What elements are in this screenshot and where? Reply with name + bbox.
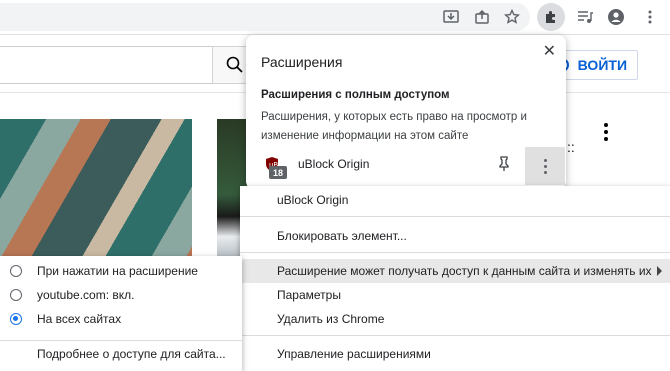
video-title-fragment: :: (567, 139, 575, 155)
section-title: Расширения с полным доступом (261, 89, 450, 101)
menu-item-block-element[interactable]: Блокировать элемент... (240, 224, 670, 248)
bookmark-star-icon[interactable] (502, 7, 522, 27)
share-icon[interactable] (472, 7, 492, 27)
extension-name: uBlock Origin (298, 157, 370, 171)
radio-button[interactable] (10, 289, 22, 301)
menu-divider (240, 252, 670, 253)
pin-icon[interactable] (497, 156, 511, 172)
site-access-submenu: При нажатии на расширение youtube.com: в… (0, 256, 242, 371)
extension-badge: 18 (269, 166, 287, 179)
media-control-icon[interactable] (575, 7, 595, 27)
extension-context-menu: uBlock Origin Блокировать элемент... Рас… (240, 186, 670, 371)
radio-on-click[interactable]: При нажатии на расширение (0, 259, 242, 283)
browser-toolbar (0, 0, 670, 34)
radio-label: youtube.com: вкл. (37, 288, 135, 302)
learn-more-site-access-link[interactable]: Подробнее о доступе для сайта... (37, 347, 226, 361)
menu-item-site-access[interactable]: Расширение может получать доступ к данны… (240, 259, 670, 283)
menu-divider (240, 216, 670, 217)
menu-item-extension-name[interactable]: uBlock Origin (240, 188, 670, 212)
login-label: ВОЙТИ (577, 57, 627, 73)
radio-button[interactable] (10, 265, 22, 277)
install-app-icon[interactable] (441, 7, 461, 27)
radio-label: На всех сайтах (37, 312, 122, 326)
extensions-puzzle-icon[interactable] (537, 3, 565, 31)
browser-menu-icon[interactable] (640, 7, 660, 27)
close-icon[interactable]: ✕ (543, 41, 556, 61)
video-more-icon[interactable] (600, 123, 612, 141)
section-description: Расширения, у которых есть право на прос… (261, 111, 527, 142)
submenu-divider (0, 340, 242, 341)
radio-all-sites[interactable]: На всех сайтах (0, 307, 242, 331)
search-input[interactable] (0, 46, 213, 84)
extension-more-button[interactable] (525, 147, 565, 185)
extensions-popup: ✕ Расширения Расширения с полным доступо… (246, 35, 566, 189)
radio-button-selected[interactable] (10, 313, 22, 325)
popup-title: Расширения (261, 54, 343, 70)
submenu-arrow-icon (657, 266, 662, 276)
menu-divider (240, 335, 670, 336)
menu-item-remove[interactable]: Удалить из Chrome (240, 307, 670, 331)
menu-item-options[interactable]: Параметры (240, 283, 670, 307)
radio-label: При нажатии на расширение (37, 264, 198, 278)
search-icon (226, 56, 243, 73)
menu-item-manage-extensions[interactable]: Управление расширениями (240, 342, 670, 366)
menu-item-site-access-label: Расширение может получать доступ к данны… (277, 264, 652, 278)
profile-avatar-icon[interactable] (606, 7, 626, 27)
extension-row[interactable]: uB 18 uBlock Origin (246, 147, 566, 187)
radio-this-site[interactable]: youtube.com: вкл. (0, 283, 242, 307)
